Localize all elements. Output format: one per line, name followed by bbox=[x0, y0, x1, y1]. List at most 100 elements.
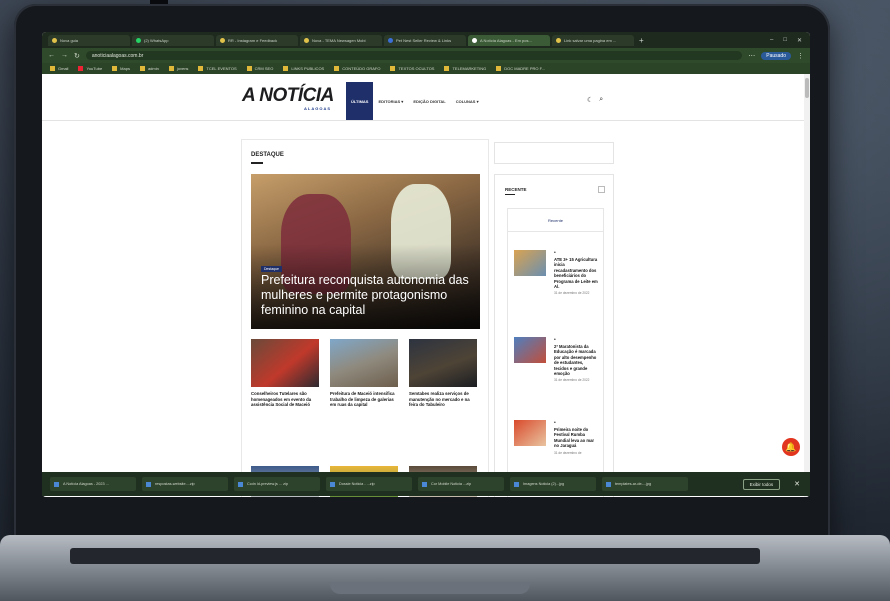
list-item-text[interactable]: 2ª Maratonista da Educação é marcada por… bbox=[554, 344, 598, 384]
laptop-keyboard bbox=[70, 548, 760, 564]
download-item[interactable]: Cor Mobile Noticia ...zip bbox=[418, 477, 504, 491]
article-thumbnail bbox=[251, 339, 319, 387]
new-tab-icon[interactable]: + bbox=[639, 36, 644, 45]
file-icon bbox=[146, 481, 151, 487]
image-file-icon bbox=[606, 481, 611, 487]
hero-category-badge[interactable]: Destaque bbox=[261, 266, 282, 272]
menu-item-editorias[interactable]: EDITORIAS ▾ bbox=[373, 82, 408, 120]
bullet-icon: • bbox=[554, 420, 556, 426]
menu-item-colunas[interactable]: COLUNAS ▾ bbox=[451, 82, 484, 120]
list-item-date: 31 de dezembro de bbox=[554, 450, 582, 455]
search-icon[interactable]: ⌕ bbox=[599, 96, 603, 104]
folder-icon bbox=[246, 66, 252, 71]
file-icon bbox=[54, 481, 59, 487]
article-card[interactable]: Semtabes realiza serviços de manutenção … bbox=[409, 339, 477, 408]
file-icon bbox=[422, 481, 427, 487]
image-file-icon bbox=[514, 481, 519, 487]
article-title[interactable]: Conselheiros Tutelares são homenageados … bbox=[251, 391, 319, 408]
download-item[interactable]: Dossie Noticia - ...zip bbox=[326, 477, 412, 491]
bookmark-item[interactable]: TEXTOS OCULTOS bbox=[390, 66, 434, 71]
profile-button[interactable]: Pausado bbox=[761, 51, 791, 60]
page-scrollbar[interactable] bbox=[804, 74, 810, 497]
article-card[interactable]: Prefeitura de Maceió intensifica trabalh… bbox=[330, 339, 398, 408]
bookmark-item[interactable]: YouTube bbox=[78, 66, 102, 71]
close-downloads-icon[interactable]: ✕ bbox=[794, 480, 800, 488]
bookmark-item[interactable]: Gmail bbox=[50, 66, 68, 71]
kebab-menu-icon[interactable]: ⋮ bbox=[797, 52, 804, 60]
hero-title[interactable]: Prefeitura reconquista autonomia das mul… bbox=[261, 273, 476, 318]
tab-favicon-icon bbox=[556, 37, 561, 43]
minimize-icon[interactable]: – bbox=[770, 37, 773, 44]
browser-tab[interactable]: Nova guia bbox=[48, 34, 130, 46]
tab-recente[interactable]: Recente bbox=[507, 208, 604, 232]
download-item[interactable]: A Notícia Alagoas - 2023 ... bbox=[50, 477, 136, 491]
bookmark-item[interactable]: jovens bbox=[168, 66, 188, 71]
downloads-bar: A Notícia Alagoas - 2023 ... respostas-w… bbox=[42, 472, 810, 496]
main-menu: ÚLTIMAS EDITORIAS ▾ EDIÇÃO DIGITAL COLUN… bbox=[346, 82, 484, 120]
sidebar-underline bbox=[505, 194, 515, 196]
menu-item-edicao-digital[interactable]: EDIÇÃO DIGITAL bbox=[408, 82, 450, 120]
sidebar-title: RECENTE bbox=[505, 187, 527, 192]
bullet-icon: • bbox=[554, 337, 556, 343]
url-input[interactable]: anoticiaalagoas.com.br bbox=[85, 51, 743, 60]
download-item[interactable]: respostas-website....zip bbox=[142, 477, 228, 491]
list-item-text[interactable]: Primeira noite do Festival Rumba Mundial… bbox=[554, 427, 598, 456]
browser-tab[interactable]: Nova - TEMA Newsagen Mobi bbox=[300, 34, 382, 46]
hero-article[interactable]: Destaque Prefeitura reconquista autonomi… bbox=[251, 174, 480, 329]
reload-icon[interactable]: ↻ bbox=[74, 52, 80, 60]
folder-icon bbox=[496, 66, 502, 71]
list-item-thumbnail bbox=[514, 250, 546, 276]
tab-favicon-icon bbox=[388, 37, 393, 43]
scrollbar-thumb[interactable] bbox=[805, 78, 809, 98]
bookmark-item[interactable]: TELEMARKETING bbox=[444, 66, 486, 71]
menu-item-ultimas[interactable]: ÚLTIMAS bbox=[346, 82, 374, 120]
browser-tab[interactable]: (2) WhatsApp bbox=[132, 34, 214, 46]
bookmark-item[interactable]: TCEL EVENTOS bbox=[198, 66, 237, 71]
folder-icon bbox=[168, 66, 174, 71]
moon-icon[interactable]: ☾ bbox=[587, 96, 593, 104]
back-icon[interactable]: ← bbox=[48, 52, 55, 59]
list-item-date: 31 de dezembro de 2022 bbox=[554, 291, 590, 296]
download-item[interactable]: templates-ar-de-...jpg bbox=[602, 477, 688, 491]
address-bar: ← → ↻ anoticiaalagoas.com.br ⋯ Pausado ⋮ bbox=[42, 48, 810, 63]
bookmark-item[interactable]: Maps bbox=[112, 66, 130, 71]
folder-icon bbox=[444, 66, 450, 71]
browser-tab-bar: Nova guia (2) WhatsApp RR - Instagram e … bbox=[42, 32, 810, 48]
laptop-lid: Nova guia (2) WhatsApp RR - Instagram e … bbox=[14, 4, 830, 548]
show-all-button[interactable]: Exibir todos bbox=[742, 478, 781, 490]
bookmark-item[interactable]: CRM SEO bbox=[246, 66, 273, 71]
download-item[interactable]: Imagens Noticia (2)...jpg bbox=[510, 477, 596, 491]
bookmark-item[interactable]: LINKS PUBLICOS bbox=[283, 66, 324, 71]
browser-tab[interactable]: Link salvar uma pagina em ... bbox=[552, 34, 634, 46]
download-item[interactable]: Ccdn ld-preview.js ... zip bbox=[234, 477, 320, 491]
sidebar-ad-box bbox=[494, 142, 614, 164]
close-icon[interactable]: ✕ bbox=[797, 37, 802, 44]
header-icons: ☾ ⌕ bbox=[587, 96, 603, 104]
list-item-thumbnail bbox=[514, 337, 546, 363]
browser-tab-active[interactable]: A Notícia Alagoas - Em pos... bbox=[468, 34, 550, 46]
youtube-icon bbox=[78, 66, 84, 71]
bookmark-item[interactable]: DOC MADRE PRO F... bbox=[496, 66, 545, 71]
list-item-thumbnail bbox=[514, 420, 546, 446]
article-title[interactable]: Prefeitura de Maceió intensifica trabalh… bbox=[330, 391, 398, 408]
file-icon bbox=[330, 481, 335, 487]
bookmark-item[interactable]: CONTEÚDO GRAFO bbox=[334, 66, 380, 71]
featured-section: DESTAQUE Destaque Prefeitura reconquista… bbox=[241, 139, 489, 497]
folder-icon bbox=[334, 66, 340, 71]
list-item-text[interactable]: ATE 3+ 15 Agricultura inicia recadastram… bbox=[554, 257, 598, 297]
browser-tab[interactable]: RR - Instagram e Feedback bbox=[216, 34, 298, 46]
tab-favicon-icon bbox=[52, 37, 57, 43]
site-logo[interactable]: A NOTÍCIA bbox=[242, 85, 334, 107]
extensions-icon[interactable]: ⋯ bbox=[748, 52, 755, 60]
section-title: DESTAQUE bbox=[251, 152, 284, 158]
forward-icon[interactable]: → bbox=[61, 52, 68, 59]
article-card[interactable]: Conselheiros Tutelares são homenageados … bbox=[251, 339, 319, 408]
browser-tab[interactable]: Pet Nest Seller Review & Links bbox=[384, 34, 466, 46]
maximize-icon[interactable]: □ bbox=[783, 37, 787, 44]
notification-bell-icon[interactable]: 🔔 bbox=[782, 438, 800, 456]
sidebar-menu-icon[interactable] bbox=[598, 186, 605, 193]
bookmark-item[interactable]: admin bbox=[139, 66, 159, 71]
folder-icon bbox=[198, 66, 204, 71]
article-title[interactable]: Semtabes realiza serviços de manutenção … bbox=[409, 391, 477, 408]
bookmark-icon bbox=[112, 66, 118, 71]
